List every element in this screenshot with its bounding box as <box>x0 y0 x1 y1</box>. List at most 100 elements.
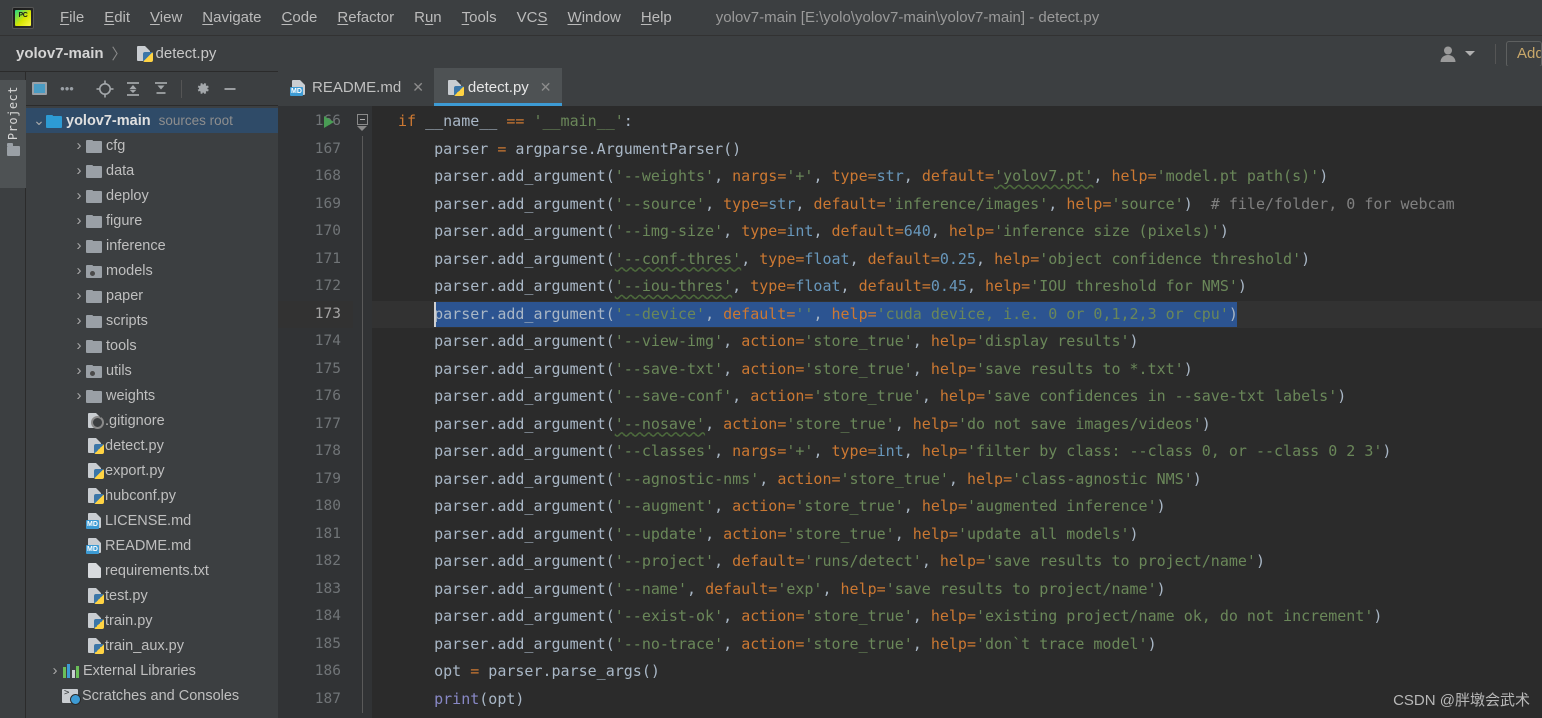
code-line[interactable]: parser.add_argument('--img-size', type=i… <box>372 218 1542 246</box>
chevron-right-icon[interactable]: › <box>72 337 86 354</box>
chevron-down-icon[interactable] <box>1465 51 1475 56</box>
line-number[interactable]: 184 <box>315 603 341 631</box>
tool-window-tab-project[interactable]: Project <box>0 80 26 188</box>
code-line[interactable]: parser.add_argument('--project', default… <box>372 548 1542 576</box>
close-icon[interactable]: ✕ <box>540 79 552 96</box>
chevron-down-icon[interactable]: ⌄ <box>32 112 46 129</box>
chevron-right-icon[interactable]: › <box>72 187 86 204</box>
tree-item-utils[interactable]: › utils <box>26 358 278 383</box>
editor-tab-readme-md[interactable]: README.md ✕ <box>278 68 434 106</box>
line-number[interactable]: 186 <box>315 658 341 686</box>
tree-item-scripts[interactable]: › scripts <box>26 308 278 333</box>
code-line[interactable]: parser.add_argument('--source', type=str… <box>372 191 1542 219</box>
code-line[interactable]: parser.add_argument('--iou-thres', type =… <box>372 273 1542 301</box>
code-line[interactable]: parser.add_argument('--no-trace', action… <box>372 631 1542 659</box>
expand-all-button[interactable] <box>120 76 146 102</box>
tree-item-gitignore[interactable]: .gitignore <box>26 408 278 433</box>
line-number[interactable]: 171 <box>315 246 341 274</box>
code-line[interactable]: parser.add_argument('--exist-ok', action… <box>372 603 1542 631</box>
editor-code-area[interactable]: if __name__ == '__main__': parser = argp… <box>372 106 1542 718</box>
tree-item-hubconf-py[interactable]: hubconf.py <box>26 483 278 508</box>
close-icon[interactable]: ✕ <box>412 79 424 96</box>
line-number[interactable]: 176 <box>315 383 341 411</box>
chevron-right-icon[interactable]: › <box>72 212 86 229</box>
menu-item-file[interactable]: File <box>50 6 94 29</box>
tree-item-paper[interactable]: › paper <box>26 283 278 308</box>
tree-item-yolov7-main[interactable]: ⌄ yolov7-main sources root <box>26 108 278 133</box>
tree-item-external-libraries[interactable]: › External Libraries <box>26 658 278 683</box>
breadcrumb-root[interactable]: yolov7-main <box>16 45 104 62</box>
tree-item-detect-py[interactable]: detect.py <box>26 433 278 458</box>
line-number[interactable]: 179 <box>315 466 341 494</box>
tree-item-inference[interactable]: › inference <box>26 233 278 258</box>
code-line[interactable]: parser.add_argument('--name', default='e… <box>372 576 1542 604</box>
locate-target-button[interactable] <box>92 76 118 102</box>
line-number[interactable]: 173 <box>315 301 341 329</box>
line-number[interactable]: 170 <box>315 218 341 246</box>
chevron-right-icon[interactable]: › <box>72 137 86 154</box>
code-line[interactable]: parser.add_argument('--device', default =… <box>372 301 1542 329</box>
tree-item-deploy[interactable]: › deploy <box>26 183 278 208</box>
menu-item-window[interactable]: Window <box>558 6 631 29</box>
chevron-right-icon[interactable]: › <box>72 262 86 279</box>
tree-item-readme-md[interactable]: README.md <box>26 533 278 558</box>
line-number[interactable]: 183 <box>315 576 341 604</box>
tree-item-cfg[interactable]: › cfg <box>26 133 278 158</box>
line-number[interactable]: 178 <box>315 438 341 466</box>
line-number[interactable]: 181 <box>315 521 341 549</box>
chevron-right-icon[interactable]: › <box>72 287 86 304</box>
line-number[interactable]: 177 <box>315 411 341 439</box>
tree-item-export-py[interactable]: export.py <box>26 458 278 483</box>
menu-item-navigate[interactable]: Navigate <box>192 6 271 29</box>
project-view-selector-button[interactable] <box>26 76 52 102</box>
menu-item-edit[interactable]: Edit <box>94 6 140 29</box>
collapse-all-button[interactable] <box>148 76 174 102</box>
code-line[interactable]: parser.add_argument('--conf-thres', type… <box>372 246 1542 274</box>
code-line[interactable]: parser.add_argument('--nosave', action='… <box>372 411 1542 439</box>
code-line[interactable]: parser.add_argument('--weights', nargs='… <box>372 163 1542 191</box>
dots-menu-button[interactable]: ••• <box>54 76 80 102</box>
chevron-right-icon[interactable]: › <box>72 237 86 254</box>
tree-item-test-py[interactable]: test.py <box>26 583 278 608</box>
tree-item-models[interactable]: › models <box>26 258 278 283</box>
chevron-right-icon[interactable]: › <box>48 662 62 679</box>
settings-button[interactable] <box>189 76 215 102</box>
code-line[interactable]: opt = parser.parse_args() <box>372 658 1542 686</box>
line-number[interactable]: 169 <box>315 191 341 219</box>
code-line[interactable]: parser.add_argument('--update', action='… <box>372 521 1542 549</box>
chevron-right-icon[interactable]: › <box>72 362 86 379</box>
line-number[interactable]: 185 <box>315 631 341 659</box>
code-fold-toggle-icon[interactable] <box>357 114 368 125</box>
menu-item-code[interactable]: Code <box>272 6 328 29</box>
code-line[interactable]: parser.add_argument('--agnostic-nms', ac… <box>372 466 1542 494</box>
tree-item-tools[interactable]: › tools <box>26 333 278 358</box>
chevron-right-icon[interactable]: › <box>72 162 86 179</box>
code-line[interactable]: parser.add_argument('--save-txt', action… <box>372 356 1542 384</box>
tree-item-train-py[interactable]: train.py <box>26 608 278 633</box>
tree-item-data[interactable]: › data <box>26 158 278 183</box>
breadcrumb-file[interactable]: detect.py <box>135 45 216 62</box>
tree-item-weights[interactable]: › weights <box>26 383 278 408</box>
code-editor[interactable]: 166 167 168 169 170 171 172 173 174 175 176 177 178 1… <box>278 106 1542 718</box>
project-tree[interactable]: ⌄ yolov7-main sources root › cfg › data › deploy… <box>26 106 278 718</box>
tree-item-license-md[interactable]: LICENSE.md <box>26 508 278 533</box>
code-line[interactable]: parser.add_argument('--classes', nargs='… <box>372 438 1542 466</box>
run-gutter-icon[interactable] <box>324 116 334 128</box>
tree-item-requirements-txt[interactable]: requirements.txt <box>26 558 278 583</box>
editor-tab-detect-py[interactable]: detect.py ✕ <box>433 68 562 106</box>
line-number[interactable]: 172 <box>315 273 341 301</box>
code-line[interactable]: parser.add_argument('--view-img', action… <box>372 328 1542 356</box>
menu-item-help[interactable]: Help <box>631 6 682 29</box>
chevron-right-icon[interactable]: › <box>72 387 86 404</box>
menu-item-run[interactable]: Run <box>404 6 452 29</box>
hide-panel-button[interactable] <box>217 76 243 102</box>
line-number[interactable]: 167 <box>315 136 341 164</box>
menu-item-refactor[interactable]: Refactor <box>327 6 404 29</box>
code-line[interactable]: parser.add_argument('--save-conf', actio… <box>372 383 1542 411</box>
code-line[interactable]: if __name__ == '__main__': <box>372 108 1542 136</box>
code-line[interactable]: parser.add_argument('--augment', action =… <box>372 493 1542 521</box>
line-number[interactable]: 187 <box>315 686 341 714</box>
line-number[interactable]: 175 <box>315 356 341 384</box>
add-button[interactable]: Add <box>1506 40 1542 67</box>
tree-item-figure[interactable]: › figure <box>26 208 278 233</box>
